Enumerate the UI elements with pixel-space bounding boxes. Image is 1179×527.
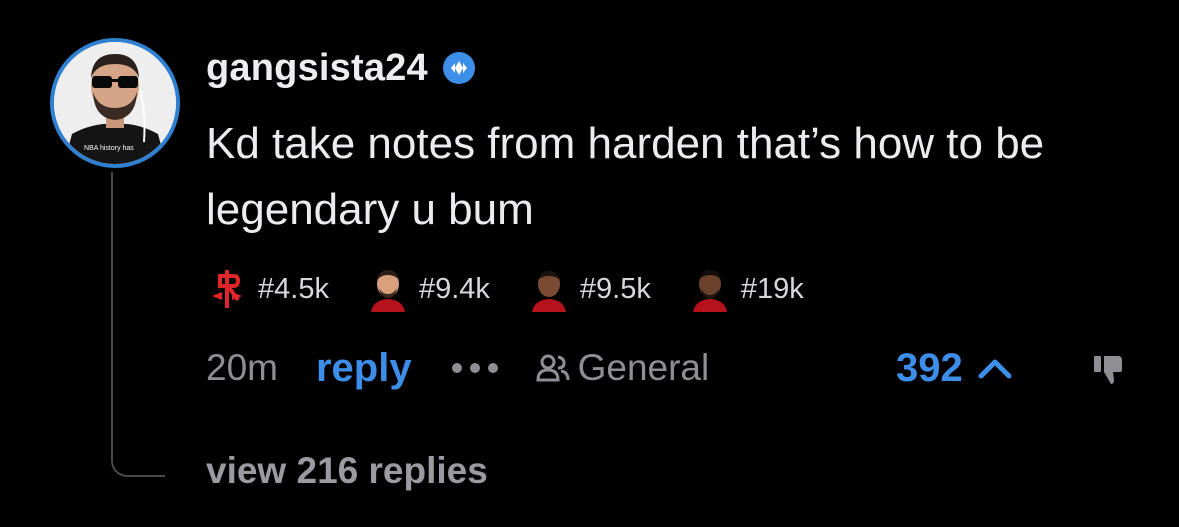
comment-text: Kd take notes from harden that’s how to … (206, 119, 1045, 234)
player-avatar-icon (531, 271, 566, 312)
avatar-image: NBA history has (54, 42, 176, 164)
flair-row: #4.5k #9.4k #9.5k #19k (206, 264, 842, 314)
flair-label: #9.4k (418, 272, 490, 305)
flair-item[interactable]: #9.5k (528, 266, 651, 312)
flair-label: #19k (740, 272, 804, 305)
flair-item[interactable]: #19k (689, 266, 804, 312)
comment-actions: 20m reply General 392 (206, 340, 1156, 396)
more-dots-icon[interactable] (450, 361, 500, 375)
flair-label: #9.5k (579, 272, 651, 305)
timestamp: 20m (206, 347, 278, 388)
group-label: General (577, 347, 710, 388)
group-tag[interactable]: General (536, 347, 710, 389)
player-avatar-icon (370, 270, 405, 312)
flair-item[interactable]: #9.4k (367, 266, 490, 312)
vote-count: 392 (896, 345, 963, 390)
player-avatar-icon (692, 270, 727, 312)
view-replies-link[interactable]: view 216 replies (206, 450, 488, 492)
chevron-up-icon[interactable] (977, 356, 1013, 380)
upvote-control[interactable]: 392 (896, 346, 1013, 391)
thread-line (111, 172, 165, 477)
verified-badge-icon (442, 52, 475, 84)
comment-header: gangsista24 (206, 43, 476, 93)
rockets-logo-icon (212, 270, 242, 308)
avatar-shirt-text: NBA history has (84, 145, 134, 152)
thumbs-down-icon[interactable] (1091, 350, 1127, 386)
people-icon (536, 354, 570, 382)
reply-button[interactable]: reply (316, 346, 412, 391)
avatar[interactable]: NBA history has (50, 38, 180, 168)
username[interactable]: gangsista24 (206, 47, 428, 90)
flair-item[interactable]: #4.5k (206, 266, 329, 312)
flair-label: #4.5k (258, 272, 329, 305)
